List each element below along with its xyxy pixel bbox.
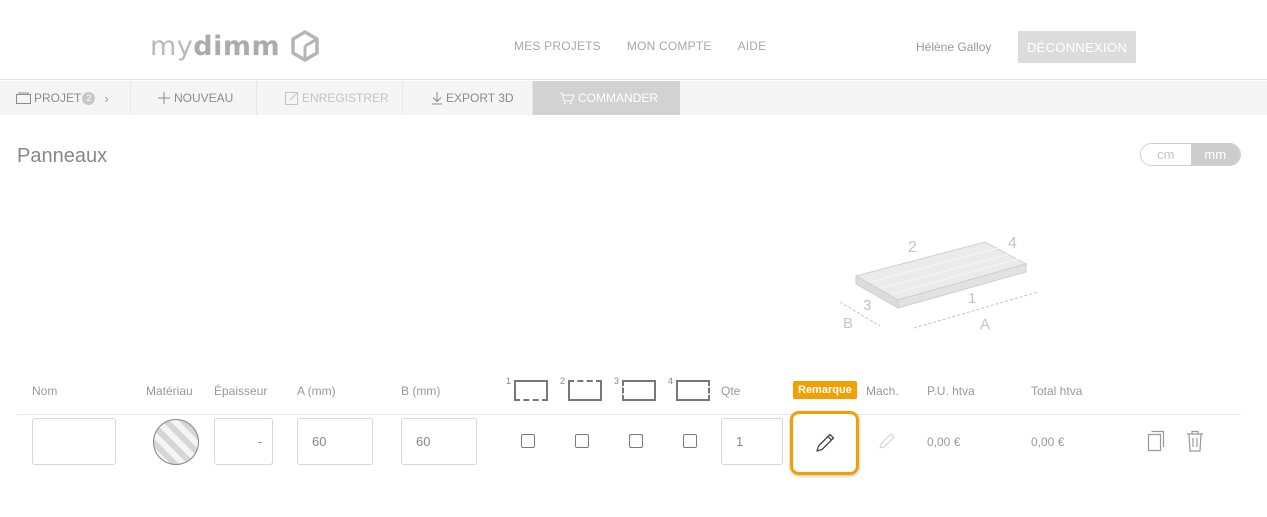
material-swatch[interactable]	[153, 419, 199, 465]
top-header: mydimm MES PROJETS MON COMPTE AIDE Hélèn…	[0, 0, 1267, 80]
plus-icon	[158, 92, 170, 104]
cart-icon	[559, 92, 575, 104]
nav-aide[interactable]: AIDE	[738, 39, 767, 53]
logo-text: mydimm	[150, 30, 281, 62]
nouveau-label: NOUVEAU	[174, 91, 234, 105]
pencil-icon[interactable]	[878, 432, 896, 450]
epaisseur-select[interactable]: -	[214, 418, 273, 465]
edge-3-icon	[622, 380, 656, 401]
unit-mm-option[interactable]: mm	[1190, 144, 1240, 165]
nav-mes-projets[interactable]: MES PROJETS	[514, 39, 601, 53]
user-name[interactable]: Hélène Galloy	[916, 40, 991, 54]
enregistrer-button[interactable]: ENREGISTRER	[257, 81, 403, 115]
page-title: Panneaux	[17, 145, 108, 167]
edit-icon	[285, 92, 298, 105]
total-price: 0,00 €	[1031, 435, 1065, 449]
diagram-label-3: 3	[863, 297, 871, 314]
diagram-label-1: 1	[968, 290, 976, 307]
remarque-edit-button[interactable]	[790, 411, 859, 475]
chevron-right-icon: ›	[104, 90, 109, 106]
edge-3-checkbox[interactable]	[629, 434, 643, 448]
nouveau-button[interactable]: NOUVEAU	[131, 81, 257, 115]
edge-1-checkbox[interactable]	[521, 434, 535, 448]
edge-4-checkbox[interactable]	[683, 434, 697, 448]
enregistrer-label: ENREGISTRER	[302, 91, 389, 105]
panel-diagram: 2 4 3 1 B A	[839, 235, 1039, 333]
projet-count-badge: 2	[82, 91, 96, 105]
edge-1-icon	[514, 380, 548, 401]
trash-icon[interactable]	[1186, 430, 1204, 452]
remarque-badge: Remarque	[793, 381, 857, 399]
col-qte: Qte	[721, 384, 741, 398]
col-total: Total htva	[1031, 384, 1083, 398]
edge-2-checkbox[interactable]	[575, 434, 589, 448]
folder-icon	[16, 92, 31, 104]
commander-label: COMMANDER	[578, 91, 658, 105]
diagram-label-4: 4	[1008, 235, 1017, 252]
unit-cm-option[interactable]: cm	[1141, 144, 1191, 165]
diagram-label-a: A	[980, 316, 990, 333]
unit-toggle[interactable]: cm mm	[1140, 143, 1241, 166]
b-input[interactable]: 60	[401, 418, 477, 465]
logo-cube-icon	[291, 30, 319, 62]
projet-label: PROJET	[34, 91, 82, 105]
diagram-label-2: 2	[908, 239, 917, 256]
table-divider	[17, 414, 1241, 415]
col-a: A (mm)	[297, 384, 336, 398]
logout-button[interactable]: DÉCONNEXION	[1018, 31, 1136, 63]
download-icon	[432, 92, 442, 105]
logo[interactable]: mydimm	[150, 28, 320, 64]
diagram-label-b: B	[843, 315, 853, 332]
edge-2-icon	[568, 380, 602, 401]
projet-button[interactable]: PROJET 2 ›	[0, 81, 131, 115]
project-toolbar: PROJET 2 › NOUVEAU ENREGISTRER EXPORT 3D…	[0, 81, 1267, 115]
col-epaisseur: Épaisseur	[214, 384, 268, 398]
col-materiau: Matériau	[146, 384, 193, 398]
nav-mon-compte[interactable]: MON COMPTE	[627, 39, 712, 53]
duplicate-icon[interactable]	[1146, 430, 1166, 452]
unit-price: 0,00 €	[927, 435, 961, 449]
col-b: B (mm)	[401, 384, 441, 398]
col-nom: Nom	[32, 384, 58, 398]
commander-button[interactable]: COMMANDER	[533, 81, 680, 115]
col-pu: P.U. htva	[927, 384, 975, 398]
a-input[interactable]: 60	[297, 418, 373, 465]
nom-input[interactable]	[32, 418, 116, 465]
col-mach: Mach.	[866, 384, 899, 398]
qte-input[interactable]: 1	[721, 418, 783, 465]
main-nav: MES PROJETS MON COMPTE AIDE	[514, 39, 792, 53]
edge-4-icon	[676, 380, 710, 401]
export-label: EXPORT 3D	[446, 91, 514, 105]
pencil-icon	[815, 433, 834, 452]
export-3d-button[interactable]: EXPORT 3D	[403, 81, 533, 115]
